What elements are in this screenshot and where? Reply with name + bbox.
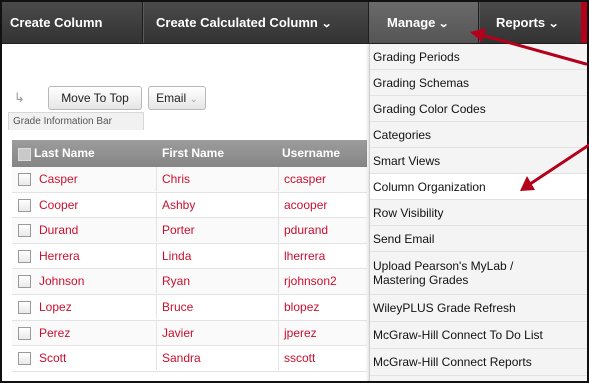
- create-column-label: Create Column: [10, 15, 103, 30]
- table-row: Herrera Linda lherrera: [12, 243, 367, 270]
- menu-item-mcgraw-hill-connect-reports[interactable]: McGraw-Hill Connect Reports: [370, 349, 587, 376]
- first-name-cell[interactable]: Linda: [156, 243, 278, 268]
- last-name-cell[interactable]: Casper: [34, 167, 156, 191]
- first-name-cell[interactable]: Bruce: [156, 294, 278, 319]
- last-name-cell[interactable]: Cooper: [34, 193, 156, 217]
- first-name-cell[interactable]: Javier: [156, 320, 278, 345]
- menu-item-mcgraw-hill-connect-to-do-list[interactable]: McGraw-Hill Connect To Do List: [370, 322, 587, 349]
- grade-center-grid: Last Name First Name Username Casper Chr…: [12, 140, 367, 372]
- username-cell[interactable]: sscott: [278, 346, 367, 371]
- first-name-cell[interactable]: Porter: [156, 218, 278, 243]
- table-row: Durand Porter pdurand: [12, 218, 367, 244]
- toolbar-divider: [142, 2, 143, 43]
- menu-item-row-visibility[interactable]: Row Visibility: [370, 200, 587, 226]
- gradebook-toolbar: Create Column Create Calculated Column ⌄ …: [2, 2, 587, 44]
- select-all-checkbox[interactable]: [18, 148, 31, 161]
- last-name-cell[interactable]: Lopez: [34, 295, 156, 319]
- column-header-first-name[interactable]: First Name: [162, 140, 224, 167]
- menu-item-grading-periods[interactable]: Grading Periods: [370, 44, 587, 70]
- table-row: Scott Sandra sscott: [12, 346, 367, 372]
- row-checkbox[interactable]: [18, 326, 31, 340]
- column-header-username[interactable]: Username: [282, 140, 340, 167]
- row-checkbox[interactable]: [18, 300, 31, 314]
- toolbar-accent-strip: [581, 2, 587, 43]
- row-checkbox[interactable]: [18, 224, 31, 238]
- menu-item-upload-pearson-mylab[interactable]: Upload Pearson's MyLab / Mastering Grade…: [370, 252, 560, 294]
- menu-item-categories[interactable]: Categories: [370, 122, 587, 148]
- row-checkbox[interactable]: [18, 275, 31, 289]
- last-name-cell[interactable]: Johnson: [34, 269, 156, 293]
- username-cell[interactable]: rjohnson2: [278, 269, 367, 294]
- last-name-cell[interactable]: Herrera: [34, 244, 156, 268]
- menu-item-column-organization[interactable]: Column Organization: [370, 174, 587, 200]
- last-name-cell[interactable]: Scott: [34, 346, 156, 370]
- move-to-top-button[interactable]: Move To Top: [48, 86, 142, 110]
- first-name-cell[interactable]: Sandra: [156, 346, 278, 371]
- first-name-cell[interactable]: Ryan: [156, 269, 278, 294]
- manage-label: Manage: [387, 15, 436, 30]
- menu-item-grading-color-codes[interactable]: Grading Color Codes: [370, 96, 587, 122]
- menu-item-wileyplus-grade-refresh[interactable]: WileyPLUS Grade Refresh: [370, 295, 587, 322]
- reports-label: Reports: [496, 15, 546, 30]
- menu-item-smart-views[interactable]: Smart Views: [370, 148, 587, 174]
- last-name-cell[interactable]: Perez: [34, 321, 156, 345]
- email-button[interactable]: Email ⌄: [148, 86, 206, 110]
- username-cell[interactable]: jperez: [278, 320, 367, 345]
- username-cell[interactable]: blopez: [278, 294, 367, 319]
- reports-menu-button[interactable]: Reports ⌄: [496, 2, 560, 43]
- create-column-button[interactable]: Create Column: [10, 2, 102, 43]
- create-calculated-column-label: Create Calculated Column: [156, 15, 318, 30]
- selection-arrow-icon: ↳: [14, 90, 25, 105]
- username-cell[interactable]: ccasper: [278, 167, 367, 191]
- chevron-down-icon: ⌄: [189, 94, 198, 105]
- move-to-top-label: Move To Top: [61, 91, 129, 105]
- menu-item-send-email[interactable]: Send Email: [370, 226, 587, 252]
- username-cell[interactable]: lherrera: [278, 243, 367, 268]
- chevron-down-icon: ⌄: [320, 18, 332, 30]
- first-name-cell[interactable]: Chris: [156, 167, 278, 191]
- table-row: Johnson Ryan rjohnson2: [12, 269, 367, 295]
- last-name-cell[interactable]: Durand: [34, 218, 156, 242]
- chevron-down-icon: ⌄: [548, 18, 560, 30]
- table-row: Lopez Bruce blopez: [12, 294, 367, 321]
- table-row: Casper Chris ccasper: [12, 167, 367, 193]
- username-cell[interactable]: acooper: [278, 192, 367, 217]
- grade-information-bar[interactable]: Grade Information Bar: [8, 112, 144, 130]
- grid-header: Last Name First Name Username: [12, 140, 367, 167]
- manage-dropdown-menu: Grading Periods Grading Schemas Grading …: [369, 44, 587, 381]
- table-row: Perez Javier jperez: [12, 320, 367, 347]
- create-calculated-column-button[interactable]: Create Calculated Column ⌄: [156, 2, 332, 43]
- column-header-last-name[interactable]: Last Name: [34, 140, 95, 167]
- chevron-down-icon: ⌄: [438, 18, 450, 30]
- manage-menu-button[interactable]: Manage ⌄: [369, 2, 478, 43]
- email-label: Email: [156, 91, 187, 105]
- table-row: Cooper Ashby acooper: [12, 192, 367, 219]
- menu-item-grading-schemas[interactable]: Grading Schemas: [370, 70, 587, 96]
- toolbar-divider: [478, 2, 479, 43]
- action-bar: ↳ Move To Top Email ⌄: [2, 44, 367, 114]
- username-cell[interactable]: pdurand: [278, 218, 367, 243]
- row-checkbox[interactable]: [18, 249, 31, 263]
- row-checkbox[interactable]: [18, 198, 31, 212]
- row-checkbox[interactable]: [18, 173, 31, 186]
- gradebook-screen: Create Column Create Calculated Column ⌄ …: [0, 0, 589, 383]
- row-checkbox[interactable]: [18, 352, 31, 366]
- first-name-cell[interactable]: Ashby: [156, 192, 278, 217]
